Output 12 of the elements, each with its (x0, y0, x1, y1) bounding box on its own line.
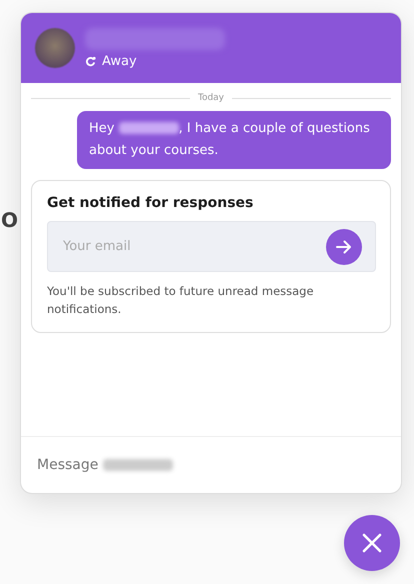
card-title: Get notified for responses (47, 195, 254, 211)
arrow-right-icon (336, 240, 352, 254)
subscription-note: You'll be subscribed to future unread message notifications. (47, 283, 315, 318)
date-divider-label: Today (198, 93, 224, 103)
avatar (35, 28, 75, 68)
background-text: O (1, 208, 18, 232)
email-field[interactable]: Your email (47, 221, 376, 272)
refresh-icon (85, 56, 96, 66)
message-bubble: Hey , I have a couple of questions about your courses. (77, 111, 391, 169)
status-text: Away (102, 54, 137, 68)
message-field[interactable]: Message (21, 436, 401, 493)
close-icon (362, 533, 382, 553)
